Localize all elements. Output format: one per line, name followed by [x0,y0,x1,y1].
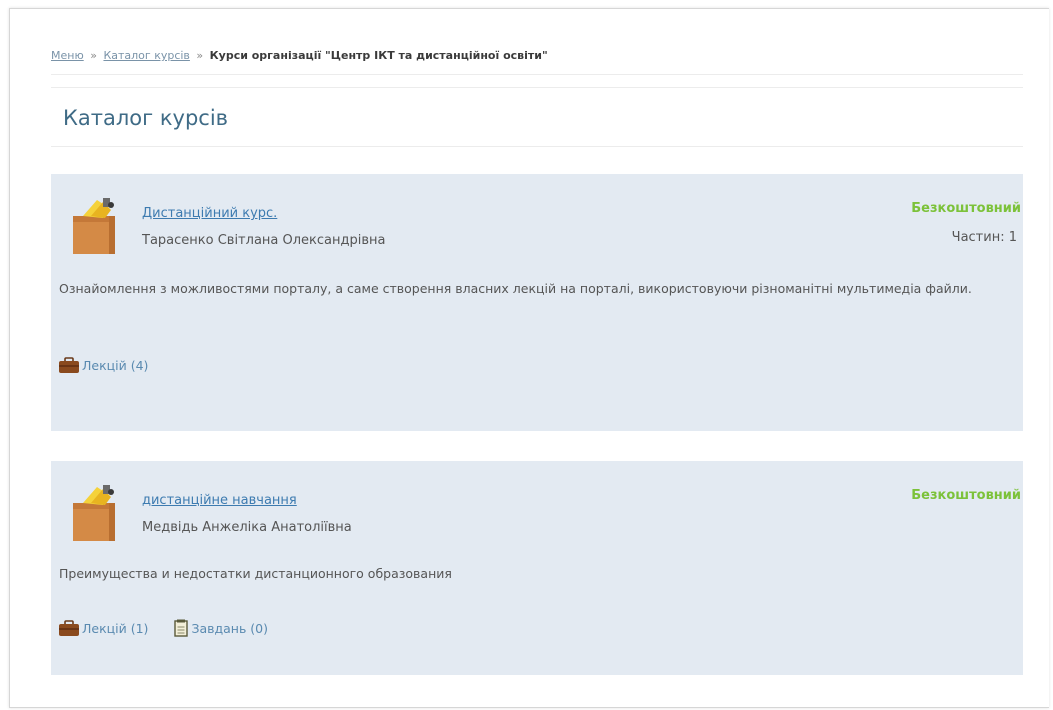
tasks-link[interactable]: Завдань (0) [174,619,268,637]
lectures-link[interactable]: Лекцій (1) [59,620,148,636]
course-box-icon [73,485,115,541]
lectures-link[interactable]: Лекцій (4) [59,357,148,373]
breadcrumb-current: Курси організації "Центр ІКТ та дистанці… [209,49,548,62]
briefcase-icon [59,357,79,373]
price-badge: Безкоштовний [911,201,1021,216]
breadcrumb-separator: » [196,49,204,62]
breadcrumb-catalog-link[interactable]: Каталог курсів [103,49,189,62]
notepad-icon [174,619,189,637]
course-box-icon [73,198,115,254]
breadcrumb-separator: » [90,49,97,62]
tasks-label: Завдань (0) [191,620,268,636]
page-title: Каталог курсів [63,106,229,130]
course-card: дистанційне навчання Медвідь Анжеліка Ан… [51,461,1023,675]
course-resources: Лекцій (1) Завдань (0) [59,619,268,637]
divider [51,87,1023,88]
course-title-link[interactable]: дистанційне навчання [142,493,297,508]
divider [51,146,1023,147]
price-badge: Безкоштовний [911,488,1021,503]
breadcrumb: Меню » Каталог курсів » Курси організаці… [51,49,548,62]
course-title-link[interactable]: Дистанційний курс. [142,206,277,221]
breadcrumb-home-link[interactable]: Меню [51,49,84,62]
participants-count: Частин: 1 [951,230,1017,245]
lectures-label: Лекцій (1) [82,620,149,636]
course-description: Ознайомлення з можливостями порталу, а с… [59,281,972,296]
course-card: Дистанційний курс. Тарасенко Світлана Ол… [51,174,1023,431]
briefcase-icon [59,620,79,636]
lectures-label: Лекцій (4) [82,357,149,373]
course-description: Преимущества и недостатки дистанционного… [59,566,452,581]
course-resources: Лекцій (4) [59,357,148,373]
course-author: Тарасенко Світлана Олександрівна [142,233,386,248]
course-author: Медвідь Анжеліка Анатоліївна [142,520,352,535]
divider [51,74,1023,75]
